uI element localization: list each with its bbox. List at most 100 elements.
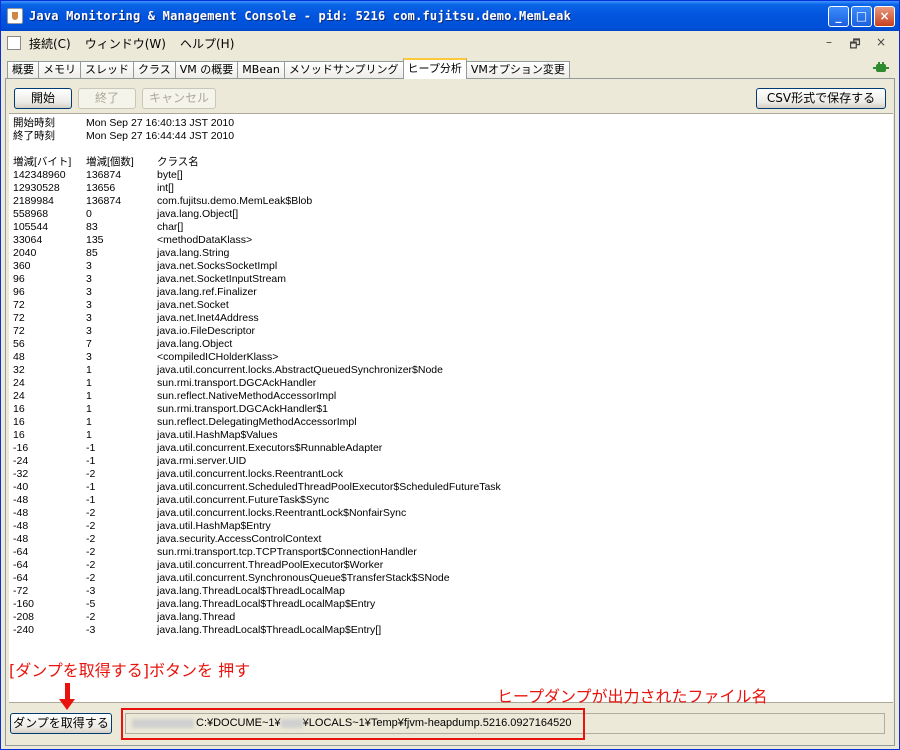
annotation-arrow-icon bbox=[59, 699, 75, 710]
result-rows: 142348960 136874 byte[] 12930528 13656 int[] 2… bbox=[13, 169, 893, 637]
row-bytes-delta: -48 bbox=[13, 533, 29, 545]
row-class-name: sun.rmi.transport.DGCAckHandler bbox=[157, 377, 317, 389]
end-time-value: Mon Sep 27 16:44:44 JST 2010 bbox=[86, 130, 235, 142]
table-row: 558968 0 java.lang.Object[] bbox=[13, 208, 893, 221]
row-class-name: java.util.concurrent.locks.ReentrantLock bbox=[157, 468, 344, 480]
row-count-delta: 0 bbox=[86, 208, 92, 220]
row-count-delta: -1 bbox=[86, 442, 96, 454]
table-row: -40 -1 java.util.concurrent.ScheduledThrea… bbox=[13, 481, 893, 494]
row-class-name: java.util.concurrent.FutureTask$Sync bbox=[157, 494, 330, 506]
table-row: 24 1 sun.rmi.transport.DGCAckHandler bbox=[13, 377, 893, 390]
row-count-delta: 1 bbox=[86, 403, 92, 415]
row-bytes-delta: -208 bbox=[13, 611, 35, 623]
row-bytes-delta: 96 bbox=[13, 286, 25, 298]
frame-close-icon[interactable]: × bbox=[873, 35, 889, 49]
table-row: 12930528 13656 int[] bbox=[13, 182, 893, 195]
row-class-name: java.lang.Thread bbox=[157, 611, 236, 623]
save-csv-button[interactable]: CSV形式で保存する bbox=[756, 88, 886, 109]
application-window: Java Monitoring & Management Console - p… bbox=[0, 0, 900, 750]
row-class-name: java.security.AccessControlContext bbox=[157, 533, 322, 545]
row-bytes-delta: 33064 bbox=[13, 234, 43, 246]
tab-memory[interactable]: メモリ bbox=[38, 61, 81, 79]
table-row: 2040 85 java.lang.String bbox=[13, 247, 893, 260]
table-row: -240 -3 java.lang.ThreadLocal$ThreadLocalM… bbox=[13, 624, 893, 637]
cancel-button[interactable]: キャンセル bbox=[142, 88, 216, 109]
header-count-delta: 増減[個数] bbox=[86, 156, 134, 168]
row-class-name: <compiledICHolderKlass> bbox=[157, 351, 279, 363]
table-row: -24 -1 java.rmi.server.UID bbox=[13, 455, 893, 468]
row-count-delta: -3 bbox=[86, 624, 96, 636]
frame-minimize-icon[interactable]: – bbox=[821, 35, 837, 49]
frame-restore-icon[interactable]: 🗗 bbox=[847, 35, 863, 56]
row-bytes-delta: 360 bbox=[13, 260, 31, 272]
row-bytes-delta: -24 bbox=[13, 455, 29, 467]
row-class-name: char[] bbox=[157, 221, 184, 233]
row-count-delta: 1 bbox=[86, 416, 92, 428]
table-row: -64 -2 sun.rmi.transport.tcp.TCPTransport$… bbox=[13, 546, 893, 559]
row-bytes-delta: -64 bbox=[13, 572, 29, 584]
title-bar[interactable]: Java Monitoring & Management Console - p… bbox=[1, 1, 899, 31]
row-bytes-delta: 558968 bbox=[13, 208, 49, 220]
row-class-name: sun.rmi.transport.DGCAckHandler$1 bbox=[157, 403, 328, 415]
row-bytes-delta: 16 bbox=[13, 403, 25, 415]
tab-heap-analysis[interactable]: ヒープ分析 bbox=[402, 58, 467, 79]
take-dump-button[interactable]: ダンプを取得する bbox=[10, 713, 112, 734]
row-bytes-delta: 48 bbox=[13, 351, 25, 363]
row-bytes-delta: -48 bbox=[13, 520, 29, 532]
table-row: 360 3 java.net.SocksSocketImpl bbox=[13, 260, 893, 273]
start-time-label: 開始時刻 bbox=[13, 117, 55, 129]
start-button[interactable]: 開始 bbox=[14, 88, 72, 109]
row-class-name: java.lang.Object bbox=[157, 338, 233, 350]
row-count-delta: 1 bbox=[86, 390, 92, 402]
row-bytes-delta: -32 bbox=[13, 468, 29, 480]
table-row: 96 3 java.net.SocketInputStream bbox=[13, 273, 893, 286]
row-class-name: sun.rmi.transport.tcp.TCPTransport$Conne… bbox=[157, 546, 417, 558]
internal-frame-icon[interactable] bbox=[7, 36, 21, 50]
row-class-name: java.io.FileDescriptor bbox=[157, 325, 256, 337]
row-class-name: java.util.concurrent.ThreadPoolExecutor$… bbox=[157, 559, 384, 571]
row-class-name: int[] bbox=[157, 182, 174, 194]
row-class-name: <methodDataKlass> bbox=[157, 234, 253, 246]
menu-help[interactable]: ヘルプ(H) bbox=[180, 35, 234, 52]
close-button[interactable]: × bbox=[874, 6, 895, 27]
tab-vm-options[interactable]: VMオプション変更 bbox=[465, 61, 570, 79]
tab-overview[interactable]: 概要 bbox=[7, 61, 39, 79]
table-row: -48 -2 java.util.HashMap$Entry bbox=[13, 520, 893, 533]
row-bytes-delta: -160 bbox=[13, 598, 35, 610]
row-bytes-delta: 32 bbox=[13, 364, 25, 376]
row-class-name: java.util.concurrent.ScheduledThreadPool… bbox=[157, 481, 501, 493]
menu-connection[interactable]: 接続(C) bbox=[29, 35, 71, 52]
row-count-delta: 3 bbox=[86, 299, 92, 311]
end-button[interactable]: 終了 bbox=[78, 88, 136, 109]
table-row: 72 3 java.net.Socket bbox=[13, 299, 893, 312]
tab-method-sampling[interactable]: メソッドサンプリング bbox=[283, 61, 404, 79]
row-count-delta: 3 bbox=[86, 286, 92, 298]
menu-window[interactable]: ウィンドウ(W) bbox=[85, 35, 166, 52]
tab-vm-summary[interactable]: VM の概要 bbox=[174, 61, 239, 79]
tab-classes[interactable]: クラス bbox=[133, 61, 176, 79]
heap-result-text[interactable]: 開始時刻 Mon Sep 27 16:40:13 JST 2010 終了時刻 M… bbox=[9, 113, 893, 703]
menu-bar: 接続(C) ウィンドウ(W) ヘルプ(H) bbox=[1, 31, 899, 55]
minimize-button[interactable]: _ bbox=[828, 6, 849, 27]
tab-threads[interactable]: スレッド bbox=[80, 61, 134, 79]
row-class-name: java.util.concurrent.Executors$RunnableA… bbox=[157, 442, 383, 454]
java-cup-icon[interactable] bbox=[7, 8, 23, 24]
row-class-name: java.lang.Object[] bbox=[157, 208, 239, 220]
row-class-name: java.util.concurrent.SynchronousQueue$Tr… bbox=[157, 572, 450, 584]
maximize-button[interactable]: □ bbox=[851, 6, 872, 27]
table-row: -48 -2 java.util.concurrent.locks.Reentran… bbox=[13, 507, 893, 520]
row-bytes-delta: 96 bbox=[13, 273, 25, 285]
row-count-delta: 136874 bbox=[86, 195, 122, 207]
row-count-delta: 1 bbox=[86, 429, 92, 441]
row-count-delta: -1 bbox=[86, 494, 96, 506]
row-bytes-delta: -72 bbox=[13, 585, 29, 597]
row-bytes-delta: 2189984 bbox=[13, 195, 54, 207]
row-bytes-delta: -16 bbox=[13, 442, 29, 454]
row-class-name: java.lang.ref.Finalizer bbox=[157, 286, 257, 298]
row-count-delta: 7 bbox=[86, 338, 92, 350]
row-class-name: com.fujitsu.demo.MemLeak$Blob bbox=[157, 195, 313, 207]
tab-mbean[interactable]: MBean bbox=[237, 61, 285, 79]
row-bytes-delta: 105544 bbox=[13, 221, 49, 233]
table-row: 48 3 <compiledICHolderKlass> bbox=[13, 351, 893, 364]
row-count-delta: -2 bbox=[86, 507, 96, 519]
